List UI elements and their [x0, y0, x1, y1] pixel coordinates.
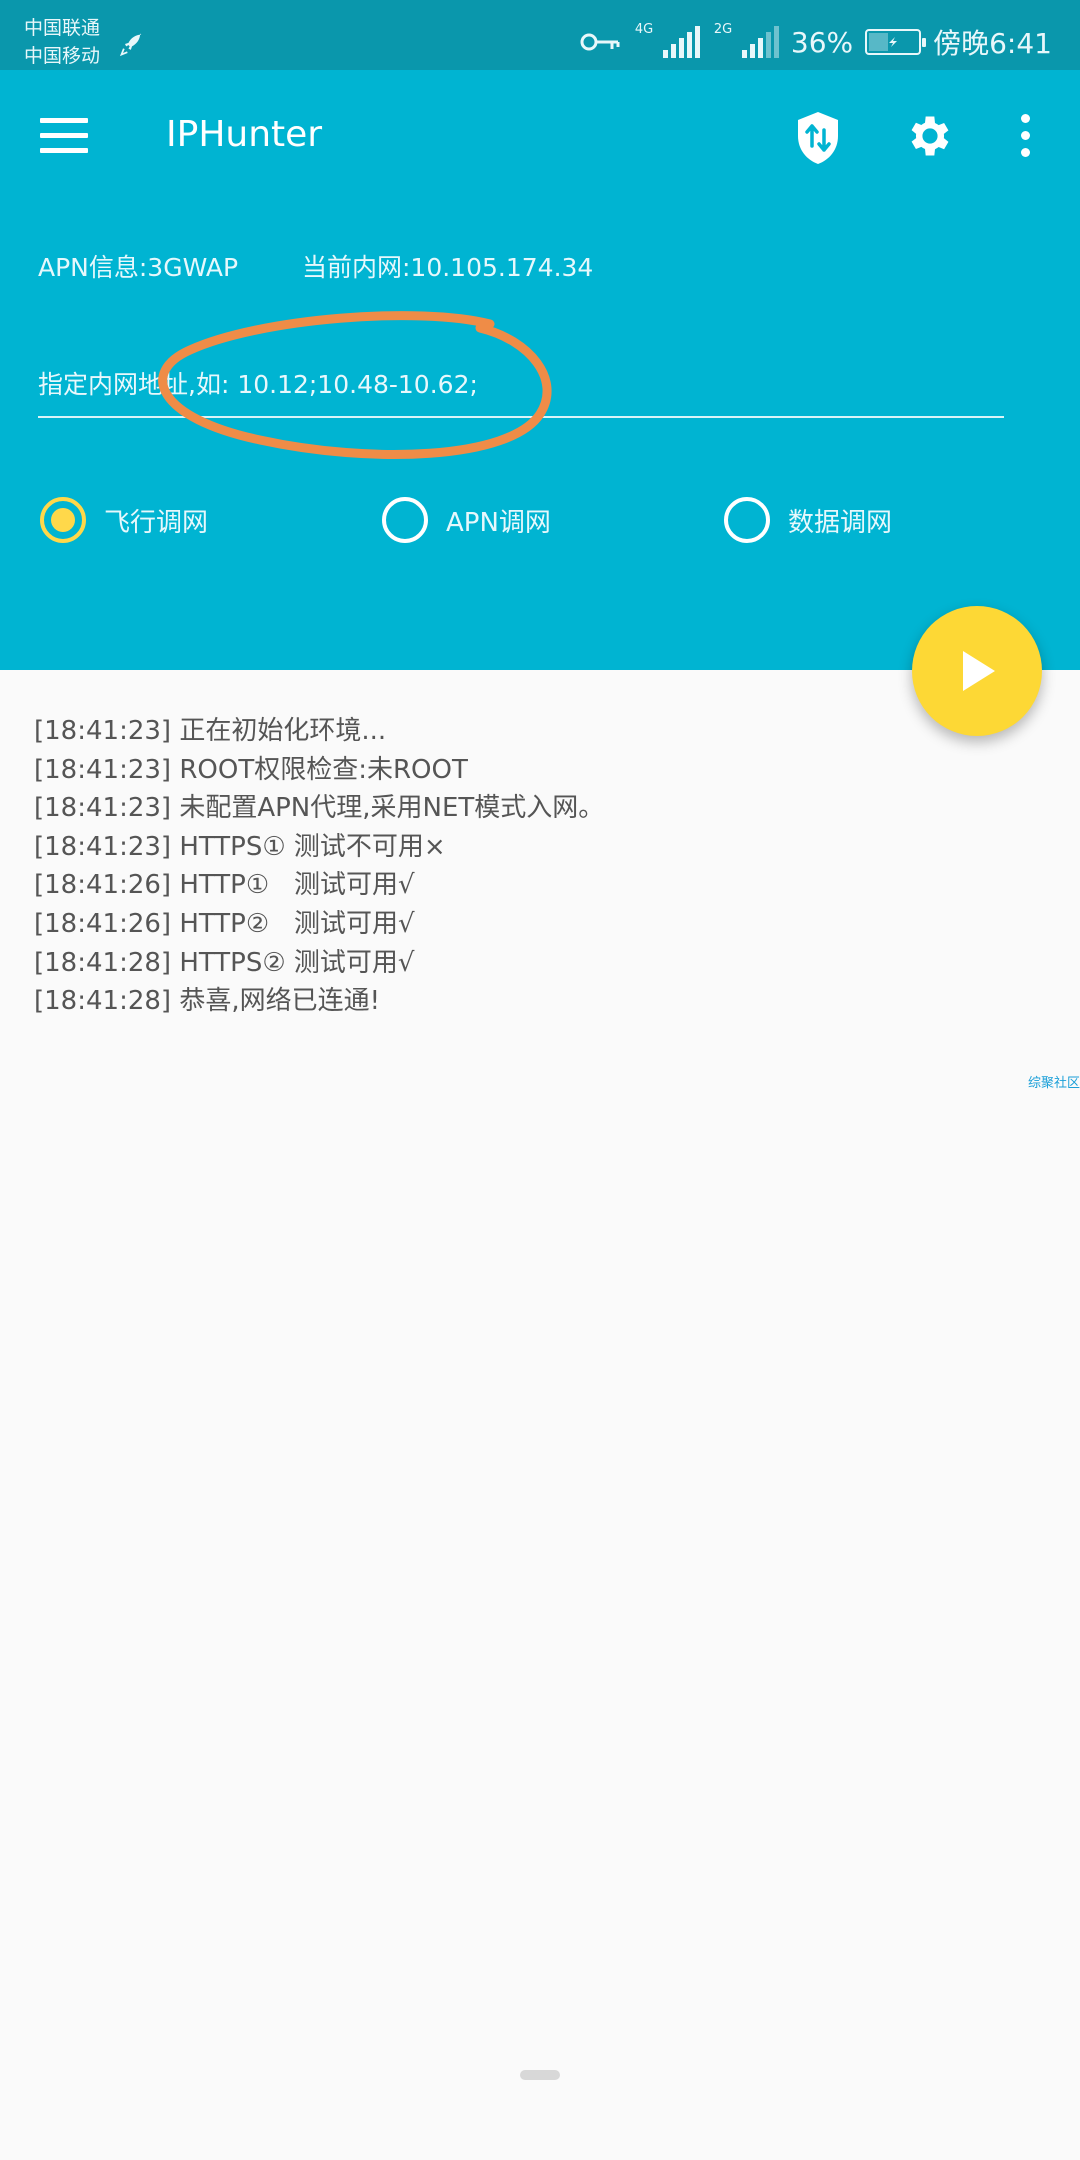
log-line: [18:41:26] HTTP② 测试可用√	[34, 908, 415, 939]
shield-swap-icon[interactable]	[794, 110, 842, 166]
log-line: [18:41:23] HTTPS① 测试不可用×	[34, 831, 446, 862]
log-line: [18:41:23] 未配置APN代理,采用NET模式入网。	[34, 793, 605, 824]
status-bar: 中国联通 中国移动 4G 2G 36% 傍晚6:41	[0, 0, 1080, 70]
log-output: [18:41:23] 正在初始化环境... [18:41:23] ROOT权限检…	[34, 712, 1044, 1021]
radio-label: APN调网	[446, 507, 551, 538]
current-inner-ip: 当前内网:10.105.174.34	[302, 253, 594, 282]
log-line: [18:41:28] 恭喜,网络已连通!	[34, 986, 381, 1017]
gesture-handle[interactable]	[520, 2070, 560, 2080]
radio-label: 飞行调网	[104, 507, 209, 538]
signal-icon-2: 2G	[714, 22, 779, 58]
carrier-info: 中国联通 中国移动	[24, 14, 100, 70]
radio-unchecked-icon	[382, 497, 428, 543]
gear-icon[interactable]	[904, 110, 956, 162]
more-icon[interactable]	[1016, 114, 1034, 162]
battery-percent: 36%	[790, 25, 854, 59]
watermark: 综聚社区	[1027, 1076, 1080, 1091]
rocket-icon	[119, 33, 142, 57]
radio-apn-mode[interactable]: APN调网	[382, 490, 551, 550]
log-line: [18:41:23] ROOT权限检查:未ROOT	[34, 754, 468, 785]
radio-unchecked-icon	[724, 497, 770, 543]
apn-info: APN信息:3GWAP	[38, 253, 239, 282]
carrier-1: 中国联通	[24, 17, 101, 39]
app-title: IPHunter	[166, 114, 323, 155]
key-icon	[580, 33, 620, 51]
ip-range-input[interactable]	[38, 352, 1004, 418]
net-type-1: 4G	[634, 22, 654, 37]
net-type-2: 2G	[713, 22, 733, 37]
mode-radio-group: 飞行调网 APN调网 数据调网	[0, 490, 1080, 550]
radio-flight-mode[interactable]: 飞行调网	[40, 490, 208, 550]
carrier-2: 中国移动	[24, 45, 101, 67]
log-line: [18:41:28] HTTPS② 测试可用√	[34, 947, 415, 978]
radio-checked-icon	[40, 497, 86, 543]
log-line: [18:41:26] HTTP① 测试可用√	[34, 870, 415, 901]
status-right: 4G 2G 36% 傍晚6:41	[579, 22, 1052, 62]
radio-data-mode[interactable]: 数据调网	[724, 490, 892, 550]
header-panel: IPHunter APN信息:3GWAP 当前内网:10.105.174.34 …	[0, 70, 1080, 670]
toolbar: IPHunter	[0, 70, 1080, 200]
battery-icon	[865, 29, 927, 55]
play-icon	[963, 651, 995, 691]
signal-icon-1: 4G	[635, 22, 700, 58]
log-line: [18:41:23] 正在初始化环境...	[34, 716, 387, 746]
menu-icon[interactable]	[40, 118, 88, 154]
radio-label: 数据调网	[788, 507, 893, 538]
clock: 傍晚6:41	[933, 27, 1052, 60]
